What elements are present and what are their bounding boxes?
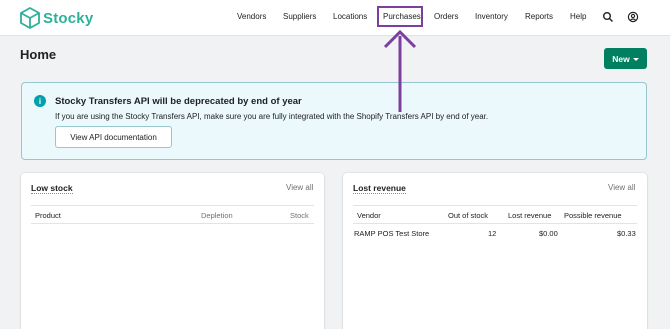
banner-title: Stocky Transfers API will be deprecated … — [55, 96, 302, 107]
column-depletion[interactable]: Depletion — [201, 211, 233, 220]
lost-revenue-card: Lost revenue View all Vendor Out of stoc… — [343, 173, 647, 329]
nav-orders[interactable]: Orders — [434, 12, 458, 21]
column-vendor[interactable]: Vendor — [357, 211, 381, 220]
lost-revenue-table-header: Vendor Out of stock Lost revenue Possibl… — [353, 205, 637, 224]
nav-help[interactable]: Help — [570, 12, 586, 21]
page-title: Home — [20, 47, 57, 62]
brand-name: Stocky — [43, 9, 94, 27]
search-icon[interactable] — [602, 11, 614, 23]
low-stock-card: Low stock View all Product Depletion Sto… — [21, 173, 324, 329]
low-stock-title[interactable]: Low stock — [31, 183, 73, 194]
row-lost-revenue: $0.00 — [539, 229, 558, 238]
row-out-of-stock: 12 — [488, 229, 497, 238]
info-icon: i — [34, 95, 46, 107]
lost-revenue-view-all-link[interactable]: View all — [608, 183, 635, 192]
low-stock-view-all-link[interactable]: View all — [286, 183, 313, 192]
nav-vendors[interactable]: Vendors — [237, 12, 266, 21]
nav-inventory[interactable]: Inventory — [475, 12, 508, 21]
row-possible-revenue: $0.33 — [617, 229, 636, 238]
column-stock[interactable]: Stock — [290, 211, 309, 220]
account-icon[interactable] — [627, 11, 639, 23]
banner-text: If you are using the Stocky Transfers AP… — [55, 112, 489, 121]
view-api-documentation-button[interactable]: View API documentation — [55, 126, 172, 148]
row-vendor[interactable]: RAMP POS Test Store — [354, 229, 429, 238]
caret-down-icon — [632, 57, 639, 61]
top-navigation-bar: Stocky Vendors Suppliers Locations Purch… — [0, 0, 670, 36]
column-out-of-stock[interactable]: Out of stock — [448, 211, 488, 220]
column-lost-revenue[interactable]: Lost revenue — [508, 211, 551, 220]
stocky-logo-icon — [20, 7, 40, 29]
new-button-label: New — [612, 53, 630, 64]
deprecation-banner: i Stocky Transfers API will be deprecate… — [21, 82, 647, 160]
column-product[interactable]: Product — [35, 211, 61, 220]
stocky-logo[interactable]: Stocky — [20, 7, 93, 29]
low-stock-table-header: Product Depletion Stock — [31, 205, 314, 224]
nav-reports[interactable]: Reports — [525, 12, 553, 21]
new-button[interactable]: New — [604, 48, 647, 69]
purchases-highlight-box — [377, 6, 423, 27]
lost-revenue-title[interactable]: Lost revenue — [353, 183, 406, 194]
nav-suppliers[interactable]: Suppliers — [283, 12, 316, 21]
nav-locations[interactable]: Locations — [333, 12, 367, 21]
column-possible-revenue[interactable]: Possible revenue — [564, 211, 622, 220]
